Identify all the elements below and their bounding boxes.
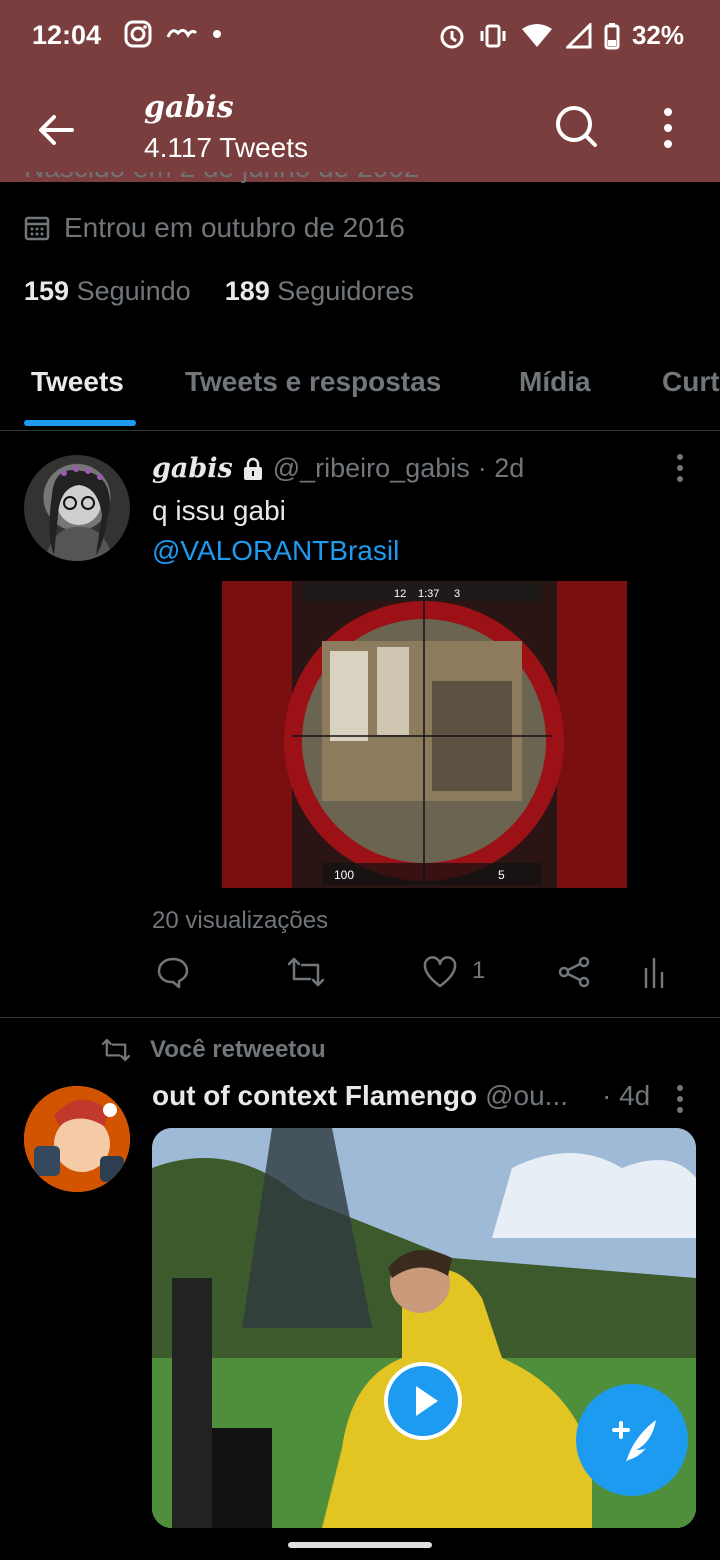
following-link[interactable]: 159 Seguindo [24, 276, 191, 307]
status-left-icons [124, 20, 222, 48]
like-icon[interactable] [422, 955, 458, 989]
avatar-image [24, 1086, 130, 1192]
retweet-indicator: Você retweetou [100, 1036, 326, 1064]
followers-label: Seguidores [277, 276, 414, 306]
tweet-more-icon[interactable] [672, 1084, 688, 1114]
retweet-icon[interactable] [286, 955, 326, 989]
tweet-author-name[interactable]: gabis [152, 453, 233, 484]
battery-icon [604, 22, 620, 49]
wifi-icon [521, 23, 552, 47]
tab-tweets-and-replies[interactable]: Tweets e respostas [185, 366, 441, 398]
tweet-media-video[interactable]: 12 1:37 3 100 5 [222, 581, 627, 888]
views-icon[interactable] [642, 955, 666, 989]
tweet-author-handle[interactable]: @_ribeiro_gabis [273, 453, 470, 484]
battery-percent: 32% [631, 20, 684, 50]
following-count: 159 [24, 276, 70, 306]
reply-icon[interactable] [156, 955, 190, 989]
tweet-header: out of context Flamengo @ou... [152, 1080, 568, 1112]
tweet-views: 20 visualizações [152, 907, 329, 934]
back-arrow-icon[interactable] [34, 108, 78, 152]
status-time: 12:04 [32, 20, 102, 50]
followers-link[interactable]: 189 Seguidores [225, 276, 414, 307]
hud-health: 100 [334, 868, 354, 882]
instagram-icon [124, 20, 152, 48]
following-label: Seguindo [76, 276, 191, 306]
tweet-text: q issu gabi [152, 495, 286, 526]
app-bar: gabis 4.117 Tweets [0, 72, 720, 182]
compose-tweet-button[interactable] [576, 1384, 688, 1496]
tab-media[interactable]: Mídia [519, 366, 591, 398]
tweet-author-name[interactable]: out of context Flamengo [152, 1080, 477, 1112]
play-button[interactable] [384, 1362, 462, 1440]
ifood-icon [166, 28, 198, 38]
lock-icon [243, 457, 262, 480]
joined-text: Entrou em outubro de 2016 [64, 212, 405, 243]
vibrate-icon [480, 24, 506, 47]
hud-ammo: 5 [498, 868, 505, 882]
hud-score-right: 3 [454, 588, 460, 600]
tab-tweets[interactable]: Tweets [31, 366, 124, 398]
status-bar: 12:04 32% [0, 0, 720, 72]
cell-signal-icon [565, 22, 592, 48]
profile-title: gabis [144, 90, 234, 125]
status-right-icons: 32% [438, 20, 684, 51]
tweet-count: 4.117 Tweets [144, 132, 308, 163]
avatar-image [44, 466, 114, 561]
tweet-mention-link[interactable]: @VALORANTBrasil [152, 535, 399, 567]
profile-tabs: Tweets Tweets e respostas Mídia Curt [0, 360, 720, 431]
like-count: 1 [472, 957, 486, 984]
alarm-icon [440, 25, 464, 48]
tweet-actions: 1 [152, 955, 692, 995]
more-vertical-icon[interactable] [654, 106, 682, 150]
avatar[interactable] [24, 455, 130, 561]
tweet-time: · 4d [602, 1080, 651, 1111]
gesture-nav-handle[interactable] [288, 1542, 432, 1548]
tweet[interactable]: gabis @_ribeiro_gabis · 2d q issu gabi @… [0, 431, 720, 1018]
retweet-label-text: Você retweetou [150, 1036, 326, 1063]
hud-score-left: 12 [394, 588, 406, 600]
share-icon[interactable] [556, 955, 592, 989]
hud-timer: 1:37 [418, 588, 439, 600]
followers-count: 189 [224, 276, 270, 306]
dot-icon [213, 30, 221, 38]
calendar-icon [24, 216, 50, 241]
tweet-more-icon[interactable] [672, 453, 688, 483]
tweet-time: · 2d [477, 453, 525, 483]
follow-stats: 159 Seguindo 189 Seguidores [24, 276, 414, 307]
retweet-icon [101, 1038, 131, 1062]
tab-likes[interactable]: Curt [662, 366, 720, 398]
compose-icon [612, 1420, 656, 1462]
search-icon[interactable] [552, 102, 600, 150]
tweet-author-handle[interactable]: @ou... [485, 1080, 568, 1112]
game-screenshot: 12 1:37 3 100 5 [222, 581, 627, 888]
play-icon [416, 1386, 438, 1416]
joined-date: Entrou em outubro de 2016 [24, 212, 405, 244]
active-tab-indicator [24, 420, 136, 426]
tweet-header: gabis @_ribeiro_gabis · 2d [152, 453, 524, 484]
avatar[interactable] [24, 1086, 130, 1192]
